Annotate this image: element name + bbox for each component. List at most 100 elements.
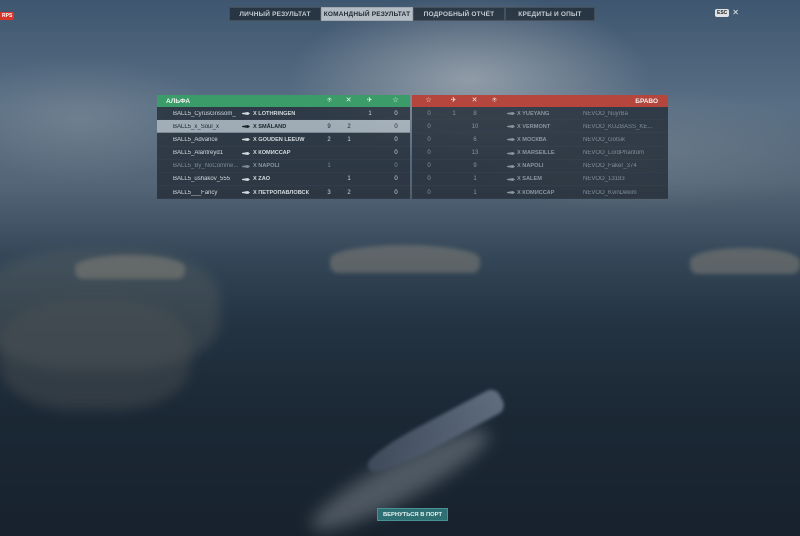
score-value: 0 <box>427 189 431 196</box>
player-name: BALL5_By_NoComme... <box>173 163 239 170</box>
tab-label: ПОДРОБНЫЙ ОТЧЁТ <box>423 10 495 18</box>
ship-class-icon <box>242 190 250 195</box>
ship-class-icon <box>242 151 250 156</box>
player-name: BALL5_Advance <box>173 136 218 143</box>
base-capture-icon: ⍟ <box>327 97 332 104</box>
ship-name: X MARSEILLE <box>517 150 555 157</box>
score-value: 0 <box>427 136 431 143</box>
team-results-board: АЛЬФА ⍟ ✕ ✈ ☆ ☆ ✈ ✕ ⍟ БРАВО BALL5_CyrusG… <box>157 95 668 200</box>
player-row[interactable]: 0 1 X SALEM NEVOO_13183 <box>412 172 668 187</box>
tab-credits-xp[interactable]: КРЕДИТЫ И ОПЫТ <box>505 7 595 21</box>
star-icon: ☆ <box>425 97 432 104</box>
player-row[interactable]: 0 10 X VERMONT NEVOO_KUZBASS_KE... <box>412 120 668 134</box>
ship-class-icon <box>507 151 515 156</box>
kills-value: 9 <box>473 163 477 170</box>
tab-label: КОМАНДНЫЙ РЕЗУЛЬТАТ <box>323 10 411 18</box>
player-name: NEVOO_Gotsik <box>583 136 626 143</box>
ship-class-icon <box>507 164 515 169</box>
player-row[interactable]: 0 1 X КОМИССАР NEVOO_KvinDekim <box>412 186 668 200</box>
player-name: NEVOO_Faker_374 <box>583 163 637 170</box>
player-name: NEVOO_KvinDekim <box>583 189 637 196</box>
star-icon: ☆ <box>392 97 399 104</box>
ship-name: X ZAO <box>253 176 271 183</box>
kills-icon: ✕ <box>471 97 478 104</box>
tab-personal-result[interactable]: ЛИЧНЫЙ РЕЗУЛЬТАТ <box>229 7 321 21</box>
ship-name: X NAPOLI <box>253 163 280 170</box>
ship-name: X МОСКВА <box>517 136 547 143</box>
score-value: 0 <box>394 189 398 196</box>
base-capture-value: 9 <box>327 123 331 130</box>
score-value: 0 <box>427 110 431 117</box>
close-icon[interactable]: ✕ <box>732 8 739 17</box>
player-name: BALL5_ushakov_555 <box>173 176 231 183</box>
player-row[interactable]: BALL5_By_NoComme... X NAPOLI 1 0 <box>157 159 410 173</box>
player-row[interactable]: BALL5_Advance X GOUDEN LEEUW 2 1 0 <box>157 133 410 147</box>
bravo-team-header: ☆ ✈ ✕ ⍟ БРАВО <box>412 95 668 107</box>
ship-class-icon <box>242 177 250 182</box>
close-control[interactable]: ESC ✕ <box>715 8 739 17</box>
player-name: BALL5_Alantreyd1 <box>173 150 224 157</box>
return-to-port-button[interactable]: ВЕРНУТЬСЯ В ПОРТ <box>377 508 448 521</box>
kills-value: 1 <box>347 176 351 183</box>
alpha-roster: BALL5_CyrusGrissom_ X LOTHRINGEN 1 0 BALL5_x… <box>157 107 410 200</box>
player-row[interactable]: 0 13 X MARSEILLE NEVOO_LordPhantom <box>412 146 668 160</box>
player-name: NEVOO_KUZBASS_KE... <box>583 123 653 130</box>
esc-key-badge: ESC <box>715 8 730 17</box>
player-row[interactable]: BALL5_Alantreyd1 X КОМИССАР 0 <box>157 146 410 160</box>
background-dim <box>0 0 800 536</box>
base-capture-value: 2 <box>327 136 331 143</box>
base-capture-value: 3 <box>327 189 331 196</box>
ship-name: X КОМИССАР <box>253 150 291 157</box>
player-row[interactable]: BALL5_x_Soul_x X SMÅLAND 9 2 0 <box>157 120 410 134</box>
player-row[interactable]: 0 1 8 X YUEYANG NEVOO_NuyrBa <box>412 107 668 121</box>
planes-icon: ✈ <box>366 97 373 104</box>
kills-value: 1 <box>473 189 477 196</box>
ship-name: X SALEM <box>517 176 542 183</box>
score-value: 0 <box>427 163 431 170</box>
score-value: 0 <box>394 150 398 157</box>
kills-icon: ✕ <box>345 97 352 104</box>
alpha-team-name: АЛЬФА <box>166 97 191 105</box>
kills-value: 6 <box>473 136 477 143</box>
score-value: 0 <box>427 150 431 157</box>
ship-name: X YUEYANG <box>517 110 550 117</box>
ship-class-icon <box>507 177 515 182</box>
planes-value: 1 <box>452 110 456 117</box>
player-name: BALL5_CyrusGrissom_ <box>173 110 236 117</box>
player-row[interactable]: BALL5___Fancy X ПЕТРОПАВЛОВСК 3 2 0 <box>157 186 410 200</box>
base-capture-value: 1 <box>327 163 331 170</box>
score-value: 0 <box>427 176 431 183</box>
ship-name: X VERMONT <box>517 123 551 130</box>
ship-class-icon <box>242 164 250 169</box>
planes-icon: ✈ <box>450 97 457 104</box>
kills-value: 2 <box>347 123 351 130</box>
ship-name: X GOUDEN LEEUW <box>253 136 305 143</box>
tab-detailed-report[interactable]: ПОДРОБНЫЙ ОТЧЁТ <box>413 7 505 21</box>
ship-name: X ПЕТРОПАВЛОВСК <box>253 189 309 196</box>
ship-class-icon <box>242 111 250 116</box>
ship-name: X NAPOLI <box>517 163 544 170</box>
ship-class-icon <box>507 190 515 195</box>
score-value: 0 <box>394 163 398 170</box>
player-row[interactable]: BALL5_ushakov_555 X ZAO 1 0 <box>157 172 410 187</box>
ship-name: X SMÅLAND <box>253 123 287 130</box>
player-name: BALL5_x_Soul_x <box>173 123 220 130</box>
bravo-roster: 018X YUEYANG NEVOO_NuyrBa 0 10 X VERMONT NEVO… <box>412 107 668 200</box>
player-row[interactable]: 0 6 X МОСКВА NEVOO_Gotsik <box>412 133 668 147</box>
kills-value: 13 <box>471 150 479 157</box>
score-value: 0 <box>394 110 398 117</box>
player-row[interactable]: 0 9 X NAPOLI NEVOO_Faker_374 <box>412 159 668 173</box>
score-value: 0 <box>394 136 398 143</box>
tab-team-result[interactable]: КОМАНДНЫЙ РЕЗУЛЬТАТ <box>321 7 413 21</box>
team-rows: BALL5_CyrusGrissom_ X LOTHRINGEN 1 0 BALL5_x… <box>157 107 668 200</box>
player-row[interactable]: BALL5_CyrusGrissom_ X LOTHRINGEN 1 0 <box>157 107 410 121</box>
player-name: NEVOO_NuyrBa <box>583 110 629 117</box>
ship-class-icon <box>242 124 250 129</box>
kills-value: 10 <box>471 123 479 130</box>
bravo-team-name: БРАВО <box>635 97 658 105</box>
corner-badge: RPS <box>0 12 15 20</box>
ship-class-icon <box>507 137 515 142</box>
kills-value: 1 <box>347 136 351 143</box>
ship-class-icon <box>242 137 250 142</box>
ship-name: X LOTHRINGEN <box>253 110 296 117</box>
